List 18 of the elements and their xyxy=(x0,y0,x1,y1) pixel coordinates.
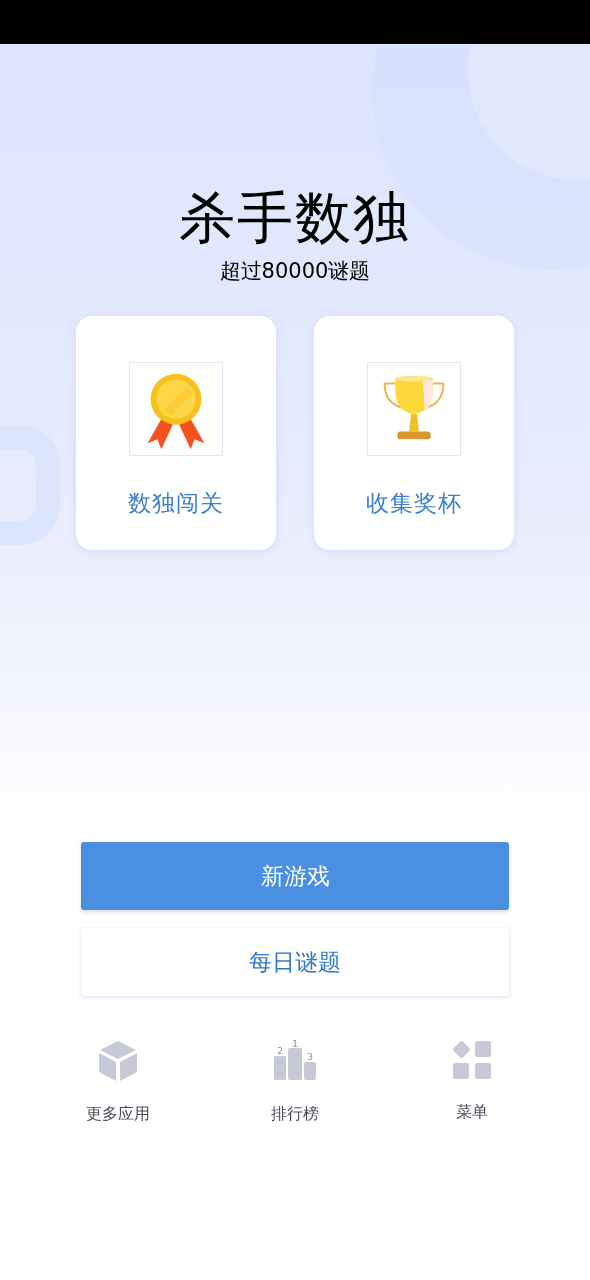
grid-icon xyxy=(452,1040,492,1080)
mode-card[interactable]: 数独闯关 xyxy=(76,316,276,550)
app-subtitle: 超过80000谜题 xyxy=(219,258,371,285)
app-title: 杀手数独 xyxy=(179,184,411,252)
nav-item[interactable]: 更多应用 xyxy=(60,1040,176,1126)
new-game-button[interactable]: 新游戏 xyxy=(81,842,509,910)
card-label: 数独闯关 xyxy=(128,489,224,518)
mode-card[interactable]: 收集奖杯 xyxy=(314,316,514,550)
nav-item[interactable]: 菜单 xyxy=(414,1040,530,1126)
cube-icon xyxy=(98,1040,138,1082)
nav-label: 菜单 xyxy=(456,1101,488,1123)
nav-item[interactable]: 2 1 3 排行榜 xyxy=(237,1040,353,1126)
nav-label: 排行榜 xyxy=(271,1103,319,1125)
trophy-icon xyxy=(367,362,461,456)
medal-icon xyxy=(129,362,223,456)
card-label: 收集奖杯 xyxy=(366,489,462,518)
daily-puzzle-button[interactable]: 每日谜题 xyxy=(81,928,509,996)
nav-label: 更多应用 xyxy=(86,1103,150,1125)
